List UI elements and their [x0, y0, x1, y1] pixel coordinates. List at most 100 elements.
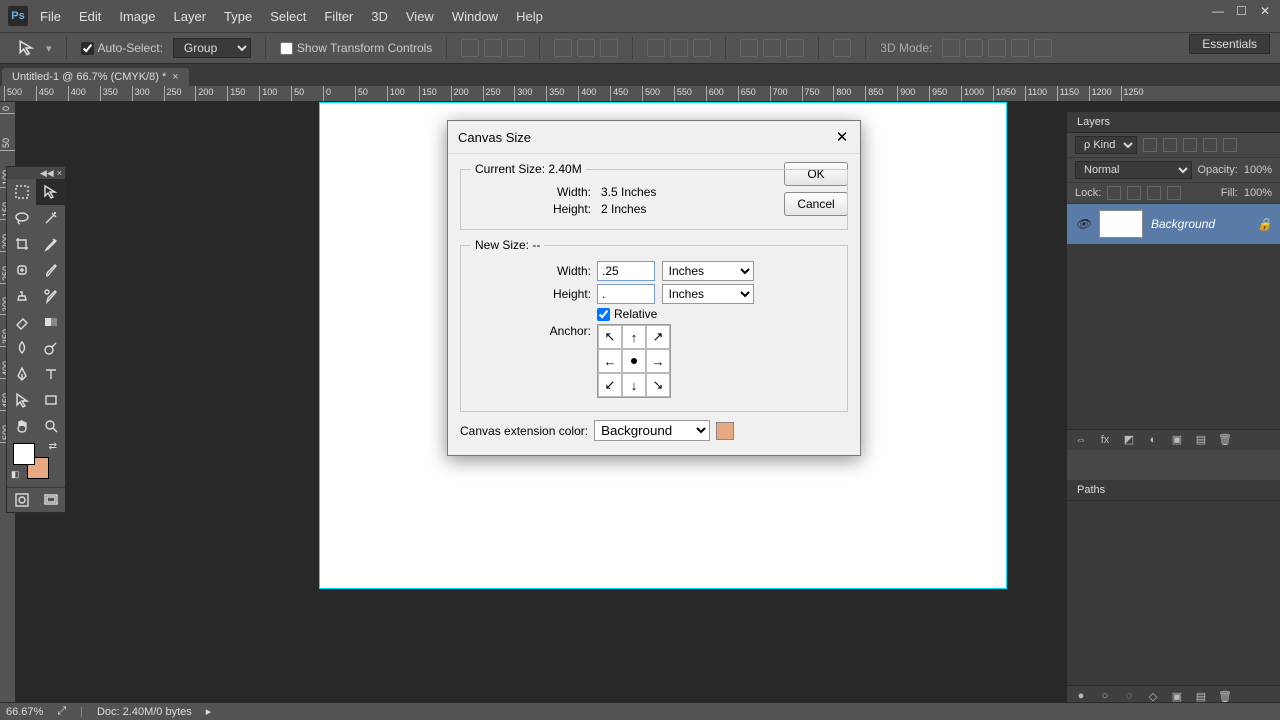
relative-checkbox[interactable]: [597, 308, 610, 321]
mask-path-icon[interactable]: ▣: [1169, 689, 1185, 703]
tools-panel-header[interactable]: ◀◀×: [7, 167, 65, 179]
layers-kind-dropdown[interactable]: ρ Kind: [1075, 136, 1137, 154]
crop-tool[interactable]: [7, 231, 36, 257]
align-icon[interactable]: [484, 39, 502, 57]
menu-select[interactable]: Select: [270, 9, 306, 24]
path-selection-tool[interactable]: [7, 387, 36, 413]
fx-icon[interactable]: fx: [1097, 433, 1113, 447]
extension-color-dropdown[interactable]: Background: [594, 420, 710, 441]
3d-icon[interactable]: [1011, 39, 1029, 57]
workspace-switcher[interactable]: Essentials: [1189, 34, 1270, 54]
align-icon[interactable]: [461, 39, 479, 57]
layer-row[interactable]: 👁 Background 🔒: [1067, 204, 1280, 244]
paths-empty-area[interactable]: [1067, 501, 1280, 686]
3d-icon[interactable]: [942, 39, 960, 57]
blur-tool[interactable]: [7, 335, 36, 361]
document-info[interactable]: Doc: 2.40M/0 bytes: [97, 706, 192, 718]
align-icon[interactable]: [507, 39, 525, 57]
layers-empty-area[interactable]: [1067, 244, 1280, 429]
mask-icon[interactable]: ◩: [1121, 433, 1137, 447]
lock-pixels-icon[interactable]: [1127, 186, 1141, 200]
auto-select-checkbox[interactable]: Auto-Select:: [81, 41, 163, 55]
swap-colors-icon[interactable]: ⇄: [49, 441, 57, 452]
lock-all-icon[interactable]: [1167, 186, 1181, 200]
adjustment-icon[interactable]: ◐: [1145, 433, 1161, 447]
menu-layer[interactable]: Layer: [174, 9, 207, 24]
distribute-icon[interactable]: [786, 39, 804, 57]
distribute-icon[interactable]: [693, 39, 711, 57]
3d-icon[interactable]: [988, 39, 1006, 57]
clone-stamp-tool[interactable]: [7, 283, 36, 309]
zoom-tool[interactable]: [36, 413, 65, 439]
link-layers-icon[interactable]: ⇔: [1073, 433, 1089, 447]
dialog-titlebar[interactable]: Canvas Size ✕: [448, 121, 860, 154]
maximize-icon[interactable]: ☐: [1236, 4, 1252, 16]
filter-smart-icon[interactable]: [1223, 138, 1237, 152]
dialog-close-icon[interactable]: ✕: [832, 127, 852, 147]
align-icon[interactable]: [554, 39, 572, 57]
filter-pixel-icon[interactable]: [1143, 138, 1157, 152]
type-tool[interactable]: [36, 361, 65, 387]
menu-help[interactable]: Help: [516, 9, 543, 24]
filter-adjust-icon[interactable]: [1163, 138, 1177, 152]
width-unit-dropdown[interactable]: Inches: [662, 261, 754, 281]
height-unit-dropdown[interactable]: Inches: [662, 284, 754, 304]
dodge-tool[interactable]: [36, 335, 65, 361]
menu-view[interactable]: View: [406, 9, 434, 24]
gradient-tool[interactable]: [36, 309, 65, 335]
anchor-s[interactable]: ↓: [622, 373, 646, 397]
default-colors-icon[interactable]: ◧: [11, 469, 20, 480]
new-path-icon[interactable]: ▤: [1193, 689, 1209, 703]
magic-wand-tool[interactable]: [36, 205, 65, 231]
brush-tool[interactable]: [36, 257, 65, 283]
color-swatches[interactable]: ⇄ ◧: [7, 439, 65, 487]
minimize-icon[interactable]: —: [1212, 4, 1228, 16]
distribute-icon[interactable]: [763, 39, 781, 57]
workpath-icon[interactable]: ◇: [1145, 689, 1161, 703]
auto-select-mode-dropdown[interactable]: Group: [173, 38, 251, 58]
close-tab-icon[interactable]: ×: [172, 71, 178, 83]
menu-filter[interactable]: Filter: [324, 9, 353, 24]
menu-file[interactable]: File: [40, 9, 61, 24]
auto-align-icon[interactable]: [833, 39, 851, 57]
document-tab[interactable]: Untitled-1 @ 66.7% (CMYK/8) * ×: [2, 68, 189, 86]
menu-window[interactable]: Window: [452, 9, 498, 24]
quick-mask-icon[interactable]: [7, 488, 36, 512]
distribute-icon[interactable]: [647, 39, 665, 57]
align-icon[interactable]: [577, 39, 595, 57]
new-layer-icon[interactable]: ▤: [1193, 433, 1209, 447]
anchor-nw[interactable]: ↖: [598, 325, 622, 349]
new-height-input[interactable]: [597, 284, 655, 304]
close-icon[interactable]: ✕: [1260, 4, 1276, 16]
menu-3d[interactable]: 3D: [371, 9, 388, 24]
lock-icon[interactable]: 🔒: [1257, 217, 1272, 231]
lasso-tool[interactable]: [7, 205, 36, 231]
delete-icon[interactable]: 🗑: [1217, 433, 1233, 447]
move-tool[interactable]: [36, 179, 65, 205]
visibility-icon[interactable]: 👁: [1075, 216, 1091, 232]
stroke-path-icon[interactable]: ○: [1097, 689, 1113, 703]
opacity-value[interactable]: 100%: [1244, 164, 1272, 176]
healing-brush-tool[interactable]: [7, 257, 36, 283]
menu-image[interactable]: Image: [119, 9, 155, 24]
selection-path-icon[interactable]: ◌: [1121, 689, 1137, 703]
anchor-se[interactable]: ↘: [646, 373, 670, 397]
history-brush-tool[interactable]: [36, 283, 65, 309]
show-transform-checkbox[interactable]: Show Transform Controls: [280, 41, 432, 55]
horizontal-ruler[interactable]: 0505010010015015020020025025030030035035…: [0, 86, 1280, 102]
group-icon[interactable]: ▣: [1169, 433, 1185, 447]
marquee-tool[interactable]: [7, 179, 36, 205]
blend-mode-dropdown[interactable]: Normal: [1075, 161, 1192, 179]
distribute-icon[interactable]: [670, 39, 688, 57]
delete-path-icon[interactable]: 🗑: [1217, 689, 1233, 703]
hand-tool[interactable]: [7, 413, 36, 439]
layer-thumbnail[interactable]: [1099, 210, 1143, 238]
foreground-swatch[interactable]: [13, 443, 35, 465]
eyedropper-tool[interactable]: [36, 231, 65, 257]
pen-tool[interactable]: [7, 361, 36, 387]
extension-color-swatch[interactable]: [716, 422, 734, 440]
new-width-input[interactable]: [597, 261, 655, 281]
anchor-grid[interactable]: ↖ ↑ ↗ ← → ↙ ↓ ↘: [597, 324, 671, 398]
filter-type-icon[interactable]: [1183, 138, 1197, 152]
info-chevron-icon[interactable]: ▸: [206, 705, 212, 718]
